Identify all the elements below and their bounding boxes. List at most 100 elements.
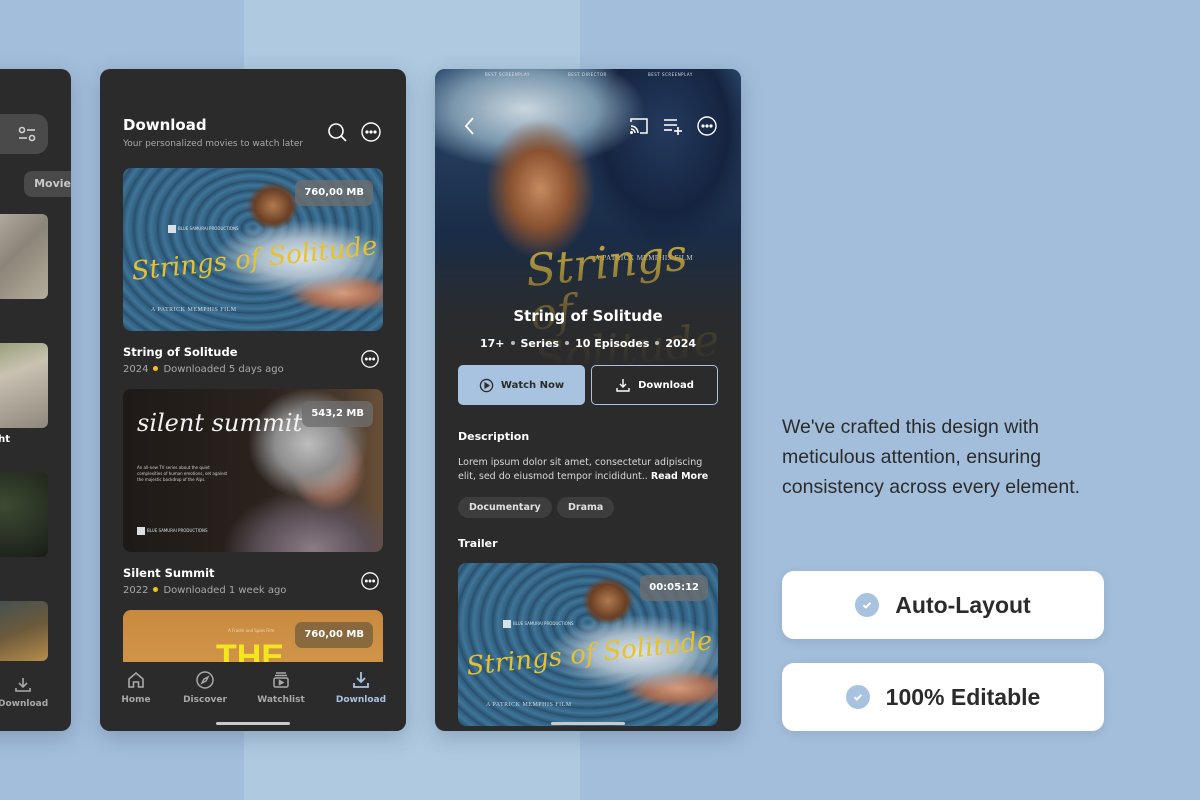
meta-separator	[565, 341, 570, 345]
filter-icon[interactable]	[16, 123, 38, 145]
award-laurel: BEST SCREENPLAY	[648, 72, 693, 77]
page-title: Download	[123, 116, 207, 134]
phone-downloads: Download Your personalized movies to wat…	[100, 69, 406, 731]
phone-movie-detail: BEST SCREENPLAY BEST DIRECTOR BEST SCREE…	[435, 69, 741, 731]
nav-download[interactable]: Download	[326, 670, 396, 705]
poster-blurb: An all-new TV series about the quiet com…	[137, 465, 228, 482]
file-size-badge: 543,2 MB	[302, 401, 373, 427]
feature-pill: Auto-Layout	[782, 571, 1104, 639]
poster-title: Strings of Solitude	[465, 626, 714, 682]
meta-separator	[655, 341, 660, 345]
download-label: Download	[638, 379, 694, 391]
trailer-video[interactable]: BLUE SAMURAI PRODUCTIONS Strings of Soli…	[458, 563, 718, 726]
home-indicator	[216, 722, 290, 725]
home-icon	[128, 671, 144, 688]
movie-poster[interactable]: silent summit An all-new TV series about…	[123, 389, 383, 552]
release-year: 2024	[665, 337, 697, 350]
back-icon[interactable]	[459, 115, 481, 137]
duration-badge: 00:05:12	[640, 575, 708, 601]
nav-home[interactable]: Home	[101, 670, 171, 705]
home-indicator	[551, 722, 625, 725]
poster-byline: A PATRICK MEMPHIS FILM	[151, 307, 237, 313]
content-type: Series	[520, 337, 560, 350]
movie-meta: 17+ Series 10 Episodes 2024	[435, 337, 741, 350]
age-rating: 17+	[479, 337, 505, 350]
compass-icon	[196, 671, 214, 689]
nav-discover[interactable]: Discover	[170, 670, 240, 705]
check-circle-icon	[845, 685, 870, 709]
genre-tag[interactable]: Drama	[557, 497, 615, 518]
description-text: Lorem ipsum dolor sit amet, consectetur …	[458, 456, 720, 484]
episode-count: 10 Episodes	[575, 337, 650, 350]
meta-dot	[153, 587, 159, 592]
poster-title: Strings of Solitude	[130, 231, 379, 287]
download-icon	[353, 672, 369, 688]
add-to-playlist-icon[interactable]	[662, 115, 684, 137]
genre-tag[interactable]: Documentary	[458, 497, 552, 518]
movie-meta: 2024 Downloaded 5 days ago	[123, 364, 284, 375]
watch-now-label: Watch Now	[500, 379, 565, 391]
movie-thumbnail[interactable]	[0, 343, 48, 428]
studio-logo	[137, 527, 145, 535]
more-options-icon[interactable]	[696, 115, 718, 137]
studio-logo	[503, 620, 511, 628]
studio-name: BLUE SAMURAI PRODUCTIONS	[513, 621, 574, 626]
page-subtitle: Your personalized movies to watch later	[123, 139, 304, 149]
download-button[interactable]: Download	[591, 365, 718, 405]
search-bar[interactable]	[0, 114, 48, 154]
phone-browse-partial: ies Movie ht OD Download	[0, 69, 71, 731]
nav-label: Watchlist	[257, 695, 305, 705]
read-more-link[interactable]: Read More	[651, 471, 708, 482]
cast-icon[interactable]	[628, 115, 650, 137]
download-icon	[616, 379, 630, 392]
check-circle-icon	[855, 593, 880, 617]
movie-year: 2024	[123, 364, 149, 375]
movie-title[interactable]: Silent Summit	[123, 566, 215, 580]
file-size-badge: 760,00 MB	[295, 622, 373, 648]
file-size-badge: 760,00 MB	[295, 180, 373, 206]
poster-byline: A PATRICK MEMPHIS FILM	[486, 702, 572, 708]
downloaded-time: Downloaded 1 week ago	[163, 585, 287, 596]
nav-download[interactable]: Download	[0, 675, 48, 709]
watchlist-icon	[273, 672, 289, 688]
movie-thumbnail[interactable]: OD	[0, 472, 48, 557]
poster-subtitle: A Fradel and Spies Film	[228, 628, 275, 633]
category-chip[interactable]: Movie	[24, 171, 71, 197]
poster-title: silent summit	[137, 409, 303, 437]
downloaded-time: Downloaded 5 days ago	[163, 364, 284, 375]
promo-text: We've crafted this design with meticulou…	[782, 416, 1081, 498]
nav-watchlist[interactable]: Watchlist	[246, 670, 316, 705]
more-options-icon[interactable]	[360, 571, 380, 591]
movie-title: ht	[0, 434, 10, 445]
feature-pill: 100% Editable	[782, 663, 1104, 731]
more-options-icon[interactable]	[360, 349, 380, 369]
movie-thumbnail[interactable]	[0, 601, 48, 661]
movie-title[interactable]: String of Solitude	[123, 345, 238, 359]
search-icon[interactable]	[326, 121, 348, 143]
watch-now-button[interactable]: Watch Now	[458, 365, 585, 405]
feature-label: Auto-Layout	[895, 591, 1031, 618]
movie-thumbnail[interactable]	[0, 214, 48, 299]
award-laurel: BEST DIRECTOR	[568, 72, 607, 77]
trailer-heading: Trailer	[458, 537, 498, 550]
meta-dot	[153, 366, 159, 371]
studio-name: BLUE SAMURAI PRODUCTIONS	[178, 226, 239, 231]
description-heading: Description	[458, 430, 530, 443]
feature-label: 100% Editable	[885, 683, 1041, 710]
download-icon	[15, 678, 31, 692]
movie-year: 2022	[123, 585, 149, 596]
studio-logo	[168, 225, 176, 233]
nav-label: Download	[0, 699, 49, 709]
movie-title: String of Solitude	[513, 307, 663, 325]
nav-label: Home	[121, 695, 151, 705]
nav-label: Discover	[183, 695, 227, 705]
movie-meta: 2022 Downloaded 1 week ago	[123, 585, 286, 596]
nav-label: Download	[335, 695, 387, 705]
award-laurel: BEST SCREENPLAY	[485, 72, 530, 77]
movie-poster[interactable]: BLUE SAMURAI PRODUCTIONS Strings of Soli…	[123, 168, 383, 331]
meta-separator	[510, 341, 515, 345]
studio-name: BLUE SAMURAI PRODUCTIONS	[147, 528, 208, 533]
more-options-icon[interactable]	[360, 121, 382, 143]
bottom-navigation: Home Discover Watchlist Download	[100, 662, 406, 731]
play-icon	[479, 378, 494, 392]
